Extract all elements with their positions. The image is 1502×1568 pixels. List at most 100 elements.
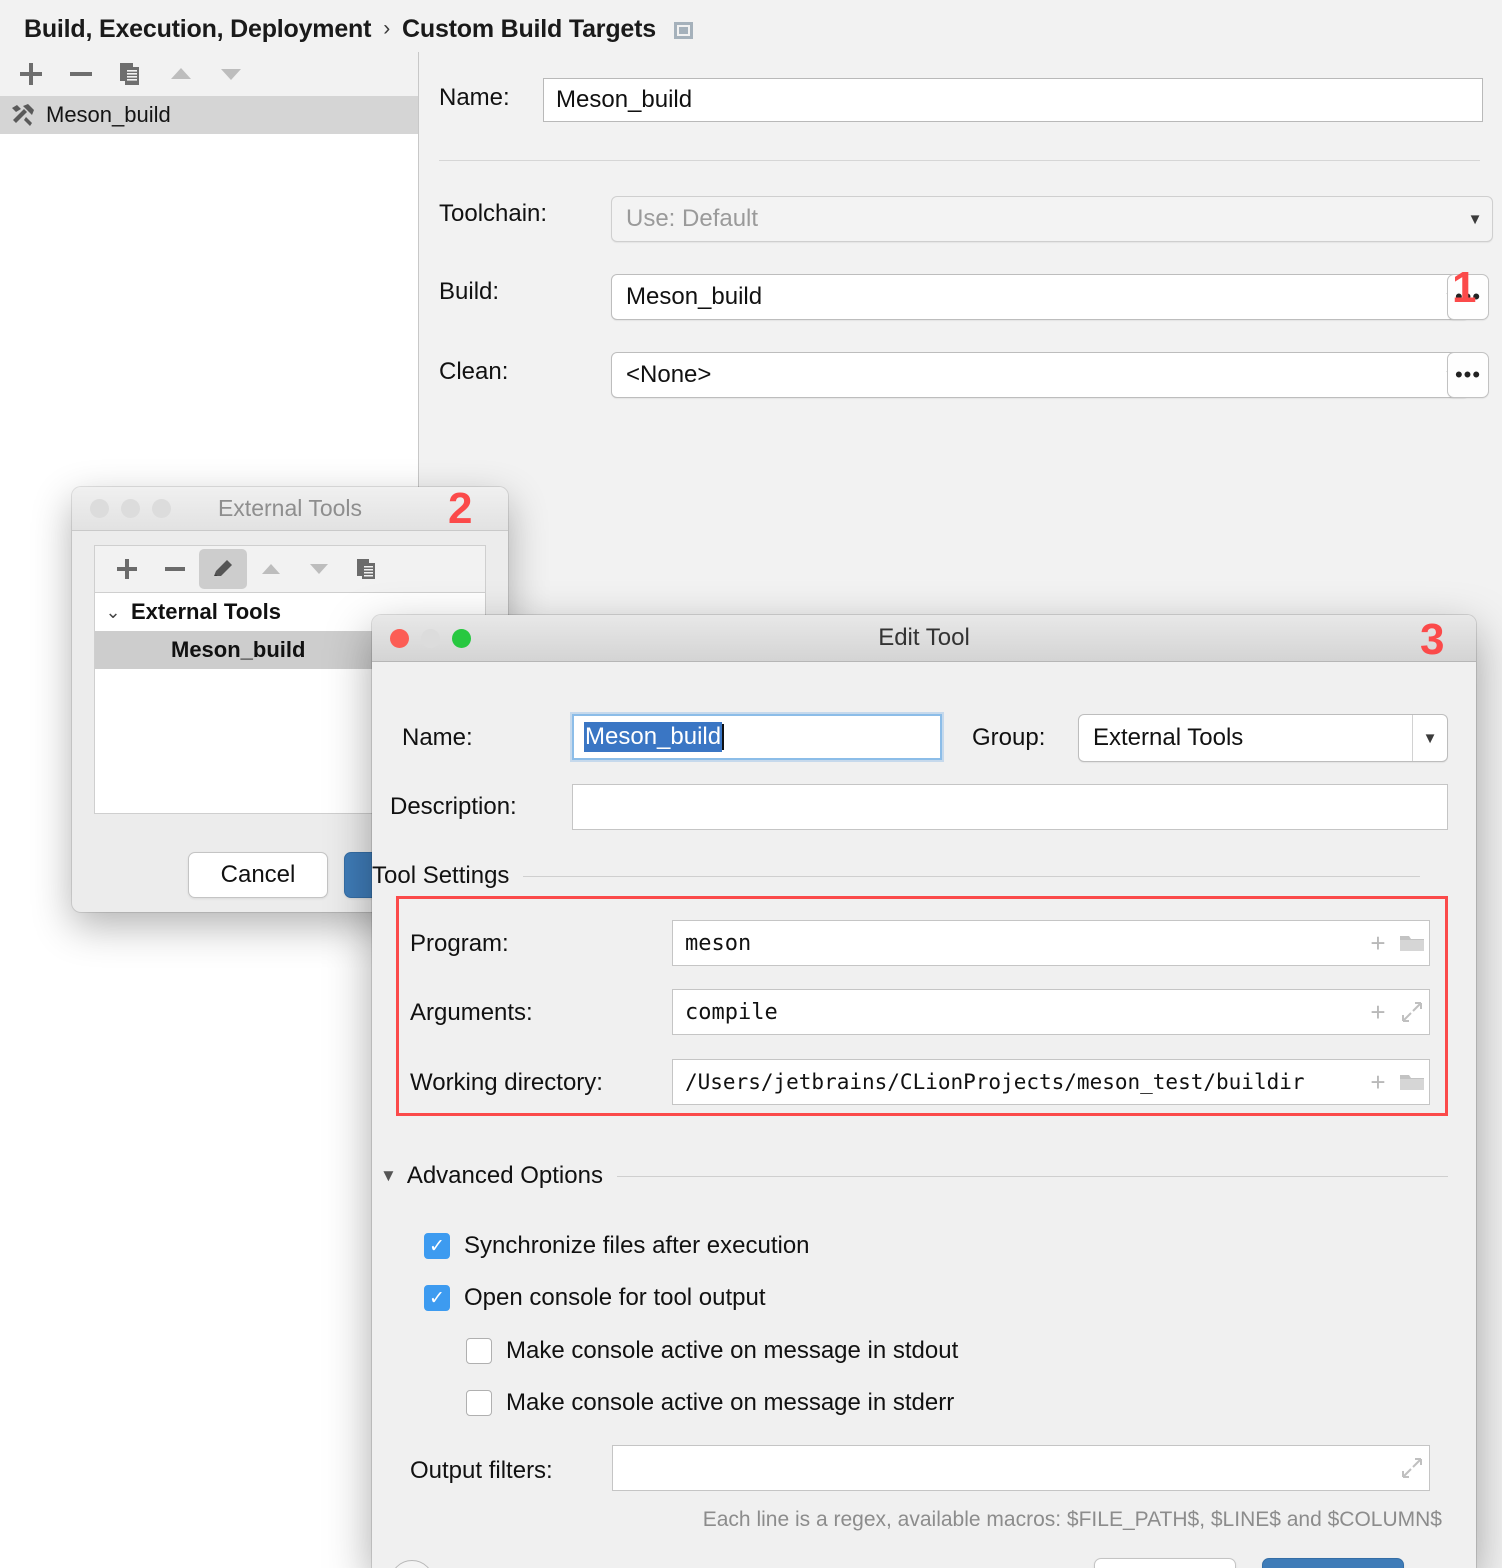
help-button[interactable]: ? — [390, 1560, 434, 1568]
checkbox-synchronize-files[interactable]: ✓ Synchronize files after execution — [424, 1232, 810, 1260]
tools-icon — [10, 102, 36, 128]
output-filters-label-wrap: Output filters: — [410, 1457, 553, 1485]
expand-icon[interactable] — [1395, 1456, 1429, 1480]
checkbox-icon[interactable]: ✓ — [424, 1285, 450, 1311]
working-directory-label: Working directory: — [410, 1069, 603, 1097]
move-up-tool-button[interactable] — [247, 549, 295, 589]
chevron-down-icon[interactable]: ⌄ — [95, 602, 131, 623]
output-filters-input[interactable] — [612, 1445, 1430, 1491]
annotation-marker-1: 1 — [1452, 266, 1476, 310]
arguments-label-wrap: Arguments: — [410, 999, 533, 1027]
move-down-tool-button[interactable] — [295, 549, 343, 589]
toolchain-select[interactable]: Use: Default ▼ — [611, 196, 1493, 242]
add-tool-button[interactable] — [103, 549, 151, 589]
checkbox-icon[interactable] — [466, 1390, 492, 1416]
insert-macro-icon[interactable]: + — [1361, 928, 1395, 959]
move-down-button[interactable] — [206, 54, 256, 94]
edit-description-input[interactable] — [572, 784, 1448, 830]
external-tools-cancel-button[interactable]: Cancel — [188, 852, 328, 898]
insert-macro-icon[interactable]: + — [1361, 1067, 1395, 1098]
clean-select[interactable]: <None> ▼ — [611, 352, 1469, 398]
name-row: Name: — [439, 84, 510, 112]
build-value: Meson_build — [612, 283, 1434, 311]
name-input-value: Meson_build — [556, 86, 692, 114]
copy-tool-button[interactable] — [343, 549, 391, 589]
expand-icon[interactable] — [1395, 1000, 1429, 1024]
arguments-input[interactable]: compile + — [672, 989, 1430, 1035]
toolchain-label-row: Toolchain: — [439, 200, 547, 228]
clean-value: <None> — [612, 361, 1434, 389]
output-filters-label: Output filters: — [410, 1457, 553, 1485]
remove-target-button[interactable] — [56, 54, 106, 94]
checkbox-label: Open console for tool output — [464, 1284, 766, 1312]
external-tools-title: External Tools — [72, 495, 508, 522]
add-target-button[interactable] — [6, 54, 56, 94]
tool-settings-legend-wrap: Tool Settings — [372, 862, 1420, 890]
edit-group-value: External Tools — [1079, 724, 1412, 752]
tree-item-label: Meson_build — [171, 637, 305, 663]
name-input[interactable]: Meson_build — [543, 78, 1483, 122]
copy-target-button[interactable] — [106, 54, 156, 94]
chevron-down-icon: ▼ — [1458, 211, 1492, 228]
tool-settings-legend: Tool Settings — [372, 862, 509, 890]
edit-tool-ok-button[interactable]: OK — [1262, 1558, 1404, 1568]
checkbox-console-active-stdout[interactable]: Make console active on message in stdout — [466, 1337, 958, 1365]
build-label: Build: — [439, 278, 499, 306]
edit-name-label: Name: — [402, 724, 473, 752]
target-list-item-label: Meson_build — [46, 102, 171, 128]
remove-tool-button[interactable] — [151, 549, 199, 589]
description-label-wrap: Description: — [390, 793, 517, 821]
output-filters-hint: Each line is a regex, available macros: … — [612, 1508, 1442, 1532]
text-caret — [722, 724, 724, 750]
advanced-legend-divider — [617, 1176, 1448, 1177]
rectangle-icon[interactable] — [674, 22, 693, 39]
clean-label-row: Clean: — [439, 358, 508, 386]
insert-macro-icon[interactable]: + — [1361, 997, 1395, 1028]
breadcrumb: Build, Execution, Deployment › Custom Bu… — [24, 12, 693, 46]
edit-tool-title: Edit Tool — [372, 624, 1476, 652]
toolchain-label: Toolchain: — [439, 200, 547, 228]
clean-label: Clean: — [439, 358, 508, 386]
toolchain-value: Use: Default — [612, 205, 1458, 233]
edit-tool-button[interactable] — [199, 549, 247, 589]
build-select[interactable]: Meson_build ▼ — [611, 274, 1469, 320]
breadcrumb-current: Custom Build Targets — [402, 15, 656, 44]
edit-name-input[interactable]: Meson_build — [572, 714, 942, 760]
edit-description-label: Description: — [390, 793, 517, 821]
name-label: Name: — [439, 84, 510, 112]
program-input[interactable]: meson + — [672, 920, 1430, 966]
target-list-toolbar — [0, 52, 418, 96]
working-directory-value: /Users/jetbrains/CLionProjects/meson_tes… — [673, 1070, 1361, 1094]
working-directory-label-wrap: Working directory: — [410, 1069, 603, 1097]
edit-tool-cancel-button[interactable]: Cancel — [1094, 1558, 1236, 1568]
external-tools-toolbar — [94, 545, 486, 592]
edit-group-select[interactable]: External Tools ▼ — [1078, 714, 1448, 762]
move-up-button[interactable] — [156, 54, 206, 94]
annotation-marker-2: 2 — [448, 487, 472, 531]
breadcrumb-root[interactable]: Build, Execution, Deployment — [24, 15, 371, 44]
group-label-wrap: Group: — [972, 724, 1045, 752]
advanced-options-label: Advanced Options — [407, 1162, 603, 1190]
edit-tool-dialog: Edit Tool Name: Meson_build Group: Exter… — [372, 615, 1476, 1568]
arguments-label: Arguments: — [410, 999, 533, 1027]
folder-icon[interactable] — [1395, 1071, 1429, 1093]
tree-group-label: External Tools — [131, 599, 281, 625]
checkbox-icon[interactable] — [466, 1338, 492, 1364]
checkbox-label: Make console active on message in stdout — [506, 1337, 958, 1365]
chevron-down-icon: ▼ — [1412, 715, 1447, 761]
breadcrumb-separator: › — [381, 17, 392, 41]
program-value: meson — [673, 931, 1361, 956]
program-label-wrap: Program: — [410, 930, 509, 958]
arguments-value: compile — [673, 1000, 1361, 1025]
program-label: Program: — [410, 930, 509, 958]
checkbox-open-console[interactable]: ✓ Open console for tool output — [424, 1284, 766, 1312]
working-directory-input[interactable]: /Users/jetbrains/CLionProjects/meson_tes… — [672, 1059, 1430, 1105]
folder-icon[interactable] — [1395, 932, 1429, 954]
checkbox-icon[interactable]: ✓ — [424, 1233, 450, 1259]
target-list-item-meson-build[interactable]: Meson_build — [0, 96, 418, 134]
name-label-wrap: Name: — [402, 724, 473, 752]
checkbox-console-active-stderr[interactable]: Make console active on message in stderr — [466, 1389, 954, 1417]
clean-browse-button[interactable]: ••• — [1447, 352, 1489, 398]
advanced-options-header[interactable]: ▼ Advanced Options — [380, 1162, 1448, 1190]
edit-group-label: Group: — [972, 724, 1045, 752]
